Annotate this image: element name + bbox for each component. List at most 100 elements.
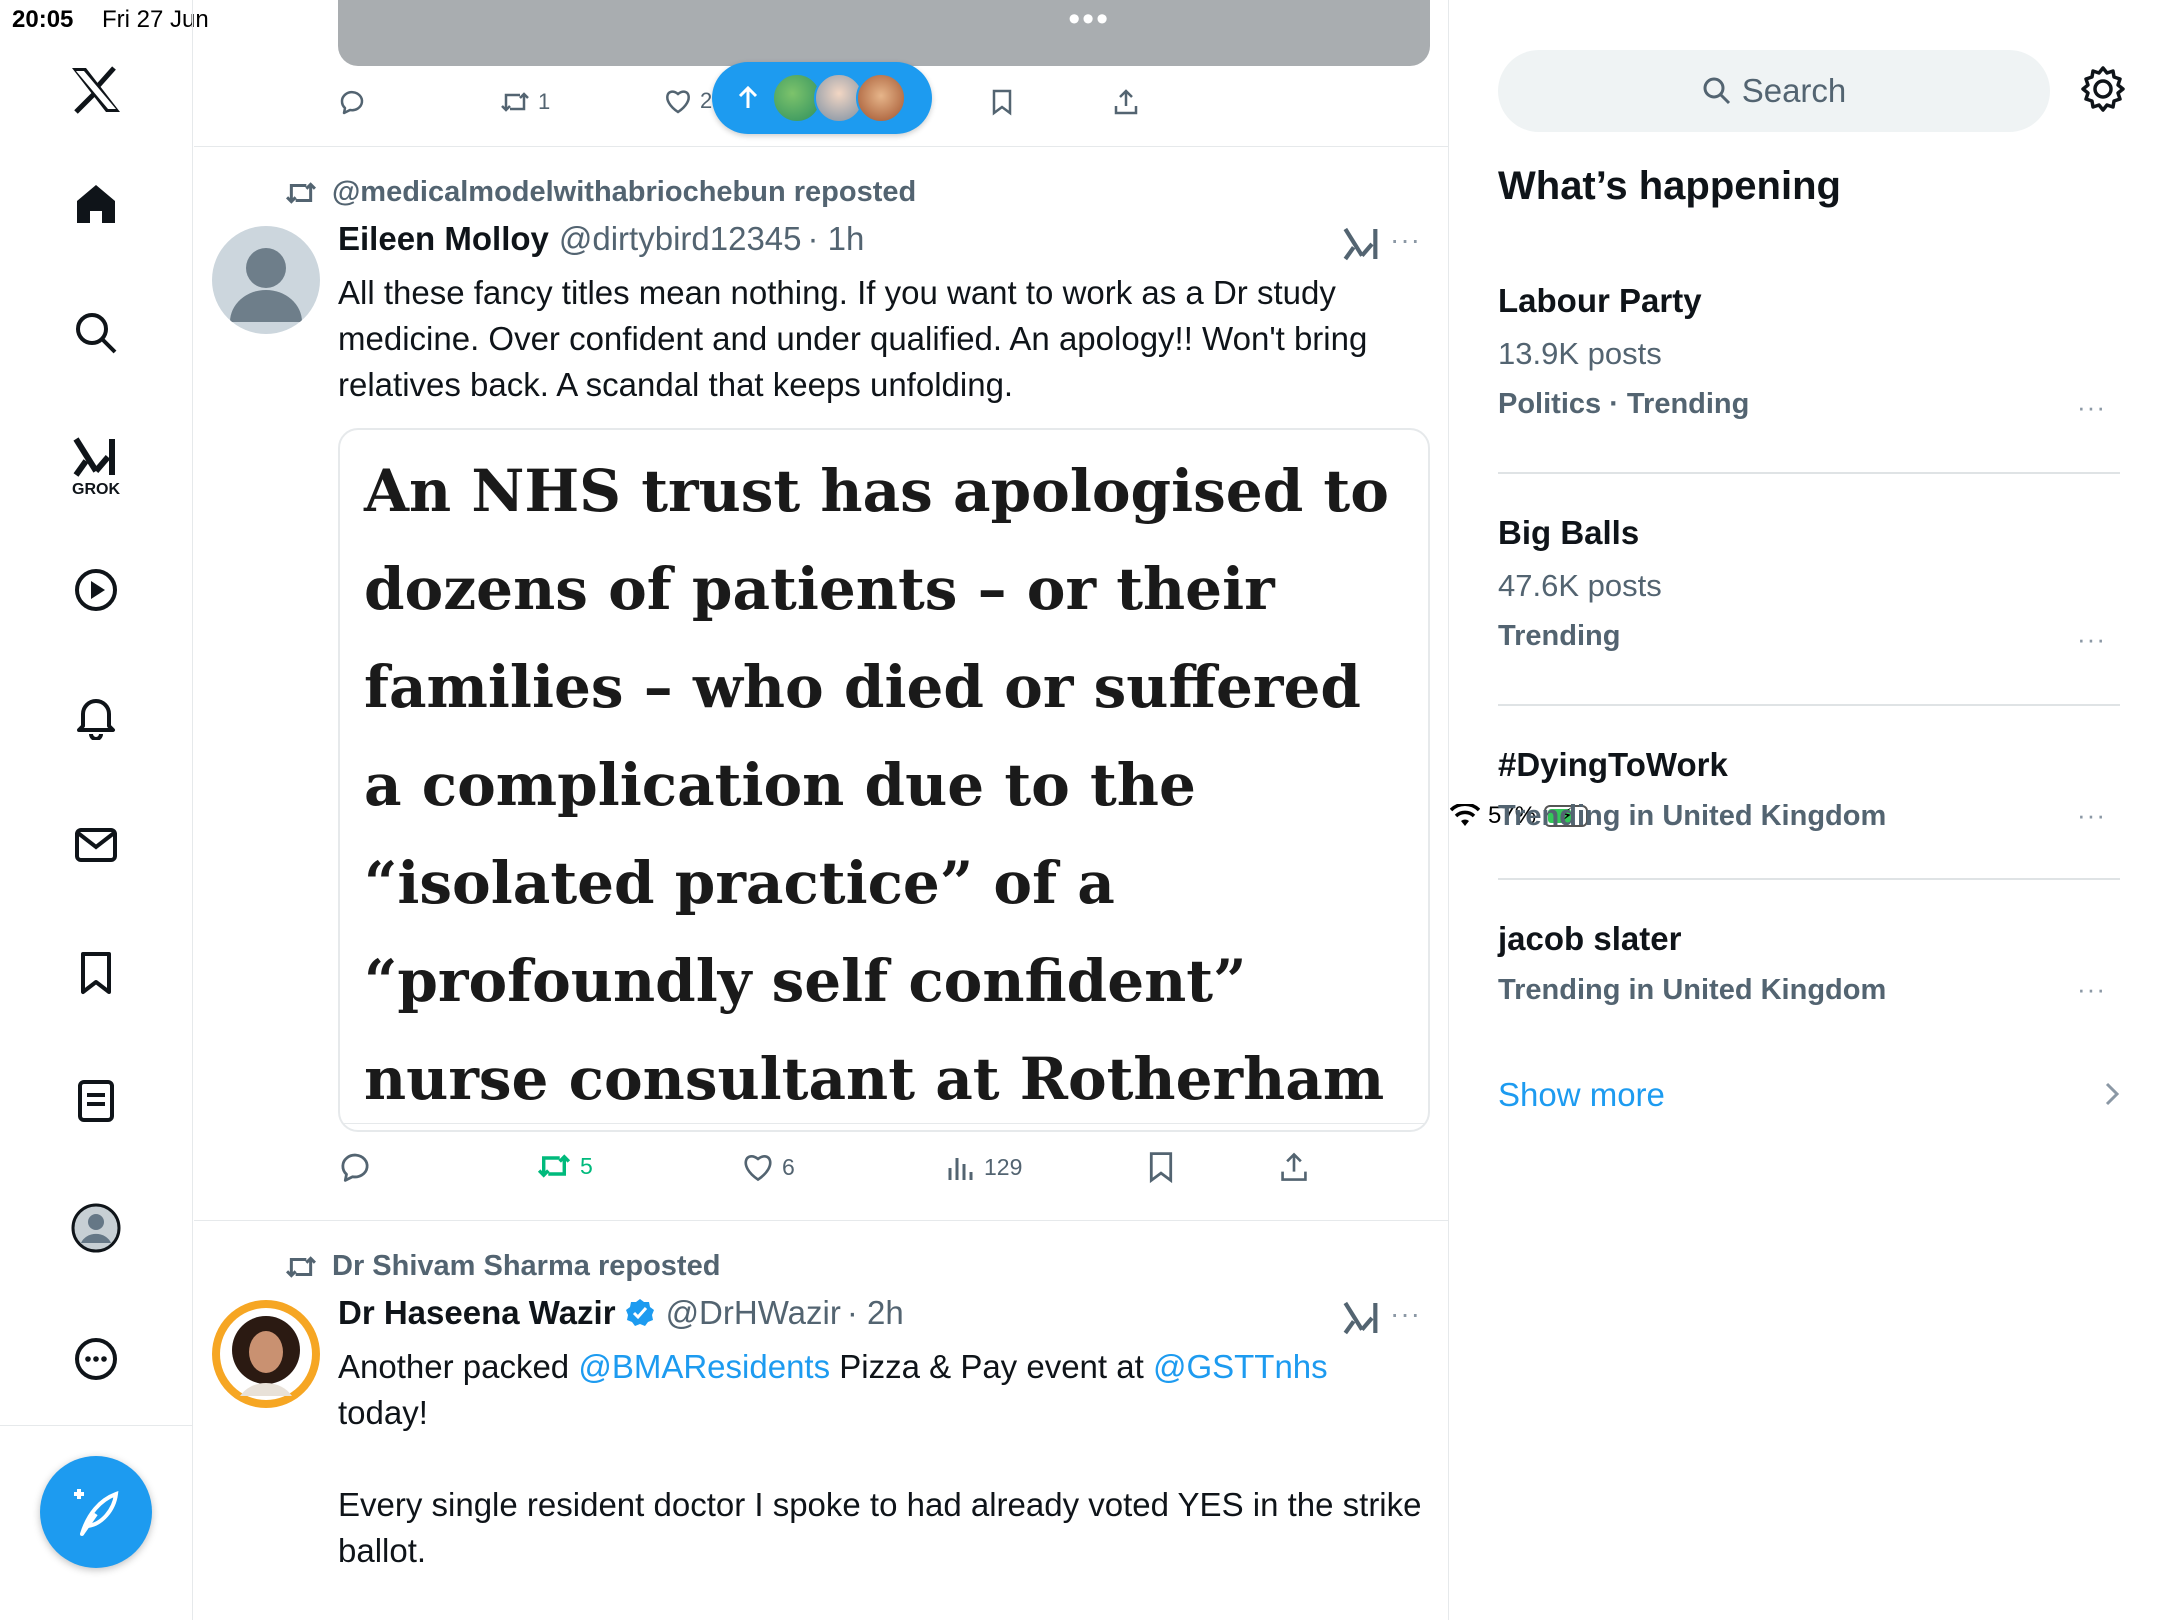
retweet-icon — [537, 1154, 571, 1178]
bookmarks-icon[interactable] — [68, 945, 124, 1001]
trend-more-icon[interactable]: ··· — [2077, 974, 2106, 1005]
messages-icon[interactable] — [68, 817, 124, 873]
profile-photo — [220, 1308, 312, 1400]
post-text: All these fancy titles mean nothing. If … — [338, 274, 1368, 403]
home-icon[interactable] — [68, 176, 124, 232]
retweet-button[interactable]: 5 — [536, 1150, 593, 1182]
bookmark-icon — [1149, 1152, 1173, 1184]
post-text-line2: today! — [338, 1394, 428, 1431]
trend-more-icon[interactable]: ··· — [2077, 624, 2106, 655]
trend-more-icon[interactable]: ··· — [2077, 392, 2106, 423]
post-time[interactable]: · 2h — [847, 1294, 904, 1332]
search-icon — [1703, 77, 1730, 105]
trend-more-icon[interactable]: ··· — [2077, 800, 2106, 831]
author-name[interactable]: Eileen Molloy — [338, 220, 549, 258]
retweet-icon — [286, 181, 316, 204]
lists-icon[interactable] — [68, 1073, 124, 1129]
mention-link[interactable]: @BMAResidents — [578, 1348, 830, 1385]
media-more-icon[interactable]: ••• — [1068, 0, 1110, 39]
post-text: Another packed @BMAResidents Pizza & Pay… — [338, 1344, 1428, 1574]
compose-post-button[interactable] — [40, 1456, 152, 1568]
x-logo-icon[interactable] — [68, 62, 124, 118]
search-icon[interactable] — [68, 305, 124, 361]
verified-badge-icon — [625, 1299, 654, 1326]
timeline-feed[interactable]: ••• 1 2 @medicalmodelwithabriochebun rep… — [194, 0, 1449, 1620]
compose-feather-icon — [74, 1489, 119, 1536]
trend-item[interactable]: #DyingToWork Trending in United Kingdom … — [1498, 746, 2120, 833]
trend-divider — [1498, 704, 2120, 706]
author-handle[interactable]: @DrHWazir — [666, 1294, 841, 1332]
analytics-icon — [948, 1158, 973, 1180]
grok-explain-icon[interactable] — [1342, 1298, 1382, 1338]
trend-item[interactable]: jacob slater Trending in United Kingdom … — [1498, 920, 2120, 1007]
trend-count: 47.6K posts — [1498, 568, 1662, 603]
retweet-icon — [501, 92, 529, 112]
retweet-button[interactable]: 1 — [500, 88, 550, 116]
heart-icon — [666, 90, 690, 114]
notifications-icon[interactable] — [68, 689, 124, 745]
post-divider — [194, 146, 1448, 147]
trend-count: 13.9K posts — [1498, 336, 1662, 371]
post-time[interactable]: · 1h — [808, 220, 865, 258]
avatar[interactable] — [212, 226, 320, 334]
author-name[interactable]: Dr Haseena Wazir — [338, 1294, 616, 1332]
post-more-icon[interactable]: ··· — [1390, 224, 1421, 256]
default-avatar-icon — [230, 248, 302, 322]
more-icon[interactable] — [68, 1331, 124, 1387]
avatar[interactable] — [212, 1300, 320, 1408]
like-button[interactable]: 2 — [664, 88, 712, 114]
share-button[interactable] — [1278, 1150, 1310, 1184]
retweet-count: 1 — [538, 89, 551, 114]
repost-by-text: @medicalmodelwithabriochebun reposted — [332, 176, 917, 208]
trend-item[interactable]: Labour Party 13.9K posts Politics · Tren… — [1498, 282, 2120, 423]
bookmark-icon — [992, 89, 1012, 116]
bookmark-button[interactable] — [990, 88, 1014, 116]
video-icon[interactable] — [68, 562, 124, 618]
search-bar[interactable]: Search — [1498, 50, 2050, 132]
trend-name: Labour Party — [1498, 282, 1702, 319]
tweet-header: Eileen Molloy @dirtybird12345 · 1h — [338, 220, 864, 258]
nav-divider — [0, 1425, 193, 1426]
left-nav: GROK — [0, 0, 193, 1620]
trend-name: #DyingToWork — [1498, 746, 1728, 783]
share-button[interactable] — [1112, 88, 1140, 116]
repost-indicator[interactable]: @medicalmodelwithabriochebun reposted — [284, 176, 916, 209]
post-text-line1: Another packed @BMAResidents Pizza & Pay… — [338, 1348, 1328, 1385]
post-more-icon[interactable]: ··· — [1390, 1298, 1421, 1330]
whats-happening-heading: What’s happening — [1498, 164, 1841, 208]
profile-icon[interactable] — [68, 1200, 124, 1256]
like-button[interactable]: 6 — [742, 1152, 795, 1182]
retweet-count: 5 — [580, 1152, 593, 1179]
post-divider — [194, 1220, 1448, 1221]
repost-by-text: Dr Shivam Sharma reposted — [332, 1250, 721, 1282]
trend-context: Trending in United Kingdom — [1498, 800, 1887, 832]
post-media-image[interactable]: ••• — [338, 0, 1430, 66]
show-more-link[interactable]: Show more — [1498, 1076, 1665, 1114]
trend-item[interactable]: Big Balls 47.6K posts Trending ··· — [1498, 514, 2120, 655]
share-icon — [1114, 89, 1138, 115]
reply-icon — [341, 1153, 369, 1182]
share-icon — [1281, 1152, 1307, 1181]
trend-context: Politics · Trending — [1498, 388, 1750, 420]
new-post-avatar — [856, 73, 906, 123]
new-posts-pill[interactable] — [712, 62, 932, 134]
mention-link[interactable]: @GSTTnhs — [1153, 1348, 1328, 1385]
reply-button[interactable] — [338, 88, 366, 116]
quoted-image-card[interactable]: An NHS trust has apologised to dozens of… — [338, 428, 1430, 1132]
author-handle[interactable]: @dirtybird12345 — [559, 220, 802, 258]
arrow-up-icon — [738, 85, 758, 108]
repost-indicator[interactable]: Dr Shivam Sharma reposted — [284, 1250, 720, 1283]
settings-gear-icon[interactable] — [2078, 64, 2128, 114]
chevron-right-icon[interactable] — [2102, 1080, 2122, 1116]
post-text-para2: Every single resident doctor I spoke to … — [338, 1486, 1422, 1569]
search-placeholder: Search — [1741, 72, 1847, 109]
reply-button[interactable] — [338, 1150, 372, 1184]
views-count: 129 — [984, 1153, 1023, 1180]
right-sidebar: Search What’s happening Labour Party 13.… — [1450, 0, 2160, 1620]
grok-icon[interactable]: GROK — [68, 428, 124, 506]
views-button[interactable]: 129 — [946, 1152, 1022, 1182]
heart-icon — [744, 1155, 772, 1182]
reply-icon — [340, 90, 364, 115]
grok-explain-icon[interactable] — [1342, 224, 1382, 264]
bookmark-button[interactable] — [1146, 1150, 1176, 1184]
